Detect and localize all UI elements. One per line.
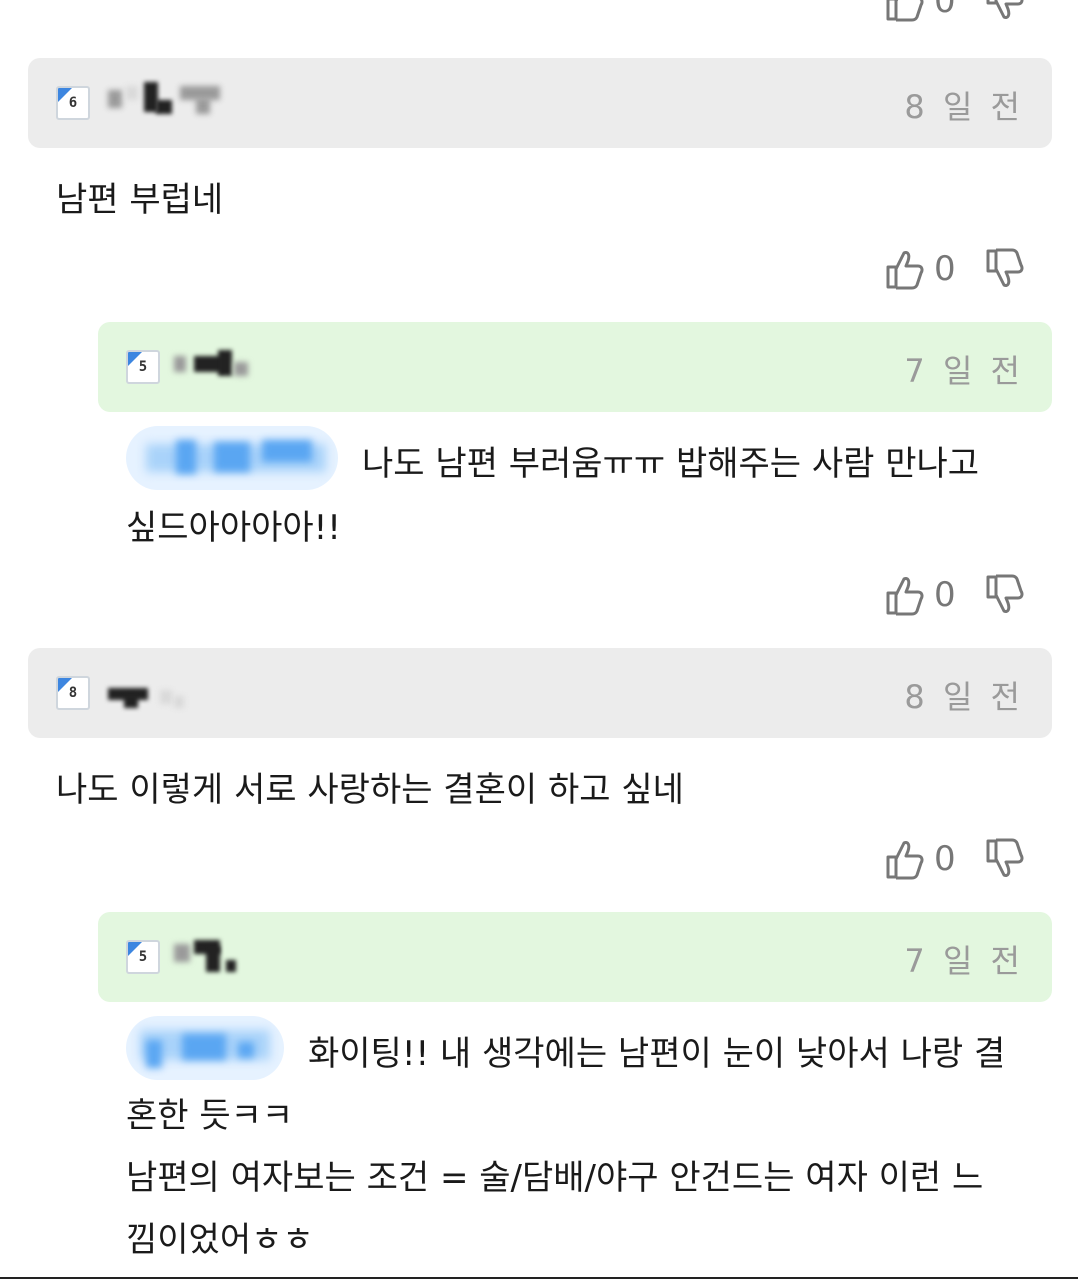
level-badge: 5 (126, 940, 160, 974)
level-badge: 5 (126, 350, 160, 384)
reply-line: 혼한 듯ㅋㅋ (126, 1096, 294, 1136)
reply-line: 나도 남편 부러움ㅠㅠ 밥해주는 사람 만나고 (362, 444, 980, 484)
thumbs-down-icon[interactable] (984, 247, 1024, 291)
username-blurred[interactable] (108, 82, 268, 126)
mention-tag-blurred[interactable] (126, 1016, 284, 1080)
comment-time: 8 일 전 (904, 678, 1024, 716)
like-count: 0 (934, 249, 956, 289)
reply-time: 7 일 전 (904, 942, 1024, 980)
vote-bar: 0 (884, 244, 1024, 294)
reply-line: 화이팅!! 내 생각에는 남편이 눈이 낮아서 나랑 결 (308, 1034, 1006, 1074)
mention-tag-blurred[interactable] (126, 426, 338, 490)
reply-header: 5 7 일 전 (98, 912, 1052, 1002)
comment-header: 6 8 일 전 (28, 58, 1052, 148)
username-blurred[interactable] (174, 936, 274, 980)
like-count: 0 (934, 575, 956, 615)
vote-bar: 0 (884, 570, 1024, 620)
reply-line: 낌이었어ㅎㅎ (126, 1220, 314, 1260)
comment-body: 남편 부럽네 (56, 180, 224, 220)
comment-body: 나도 이렇게 서로 사랑하는 결혼이 하고 싶네 (56, 770, 684, 810)
divider (0, 1277, 1078, 1279)
thumbs-down-icon[interactable] (984, 837, 1024, 881)
username-blurred[interactable] (174, 346, 274, 390)
comment-header: 8 8 일 전 (28, 648, 1052, 738)
reply-line: 싶드아아아아!! (126, 508, 341, 548)
thumbs-up-icon[interactable] (884, 837, 924, 881)
vote-bar: 0 (884, 834, 1024, 884)
like-count: 0 (934, 839, 956, 879)
like-count: 0 (934, 0, 956, 21)
thumbs-up-icon[interactable] (884, 573, 924, 617)
reply-time: 7 일 전 (904, 352, 1024, 390)
thumbs-up-icon[interactable] (884, 0, 924, 23)
vote-bar: 0 (884, 0, 1024, 26)
thumbs-down-icon[interactable] (984, 573, 1024, 617)
thumbs-up-icon[interactable] (884, 247, 924, 291)
username-blurred[interactable] (108, 672, 228, 716)
reply-line: 남편의 여자보는 조건 = 술/담배/야구 안건드는 여자 이런 느 (126, 1158, 984, 1198)
comment-time: 8 일 전 (904, 88, 1024, 126)
level-badge: 6 (56, 86, 90, 120)
level-badge: 8 (56, 676, 90, 710)
reply-header: 5 7 일 전 (98, 322, 1052, 412)
thumbs-down-icon[interactable] (984, 0, 1024, 23)
